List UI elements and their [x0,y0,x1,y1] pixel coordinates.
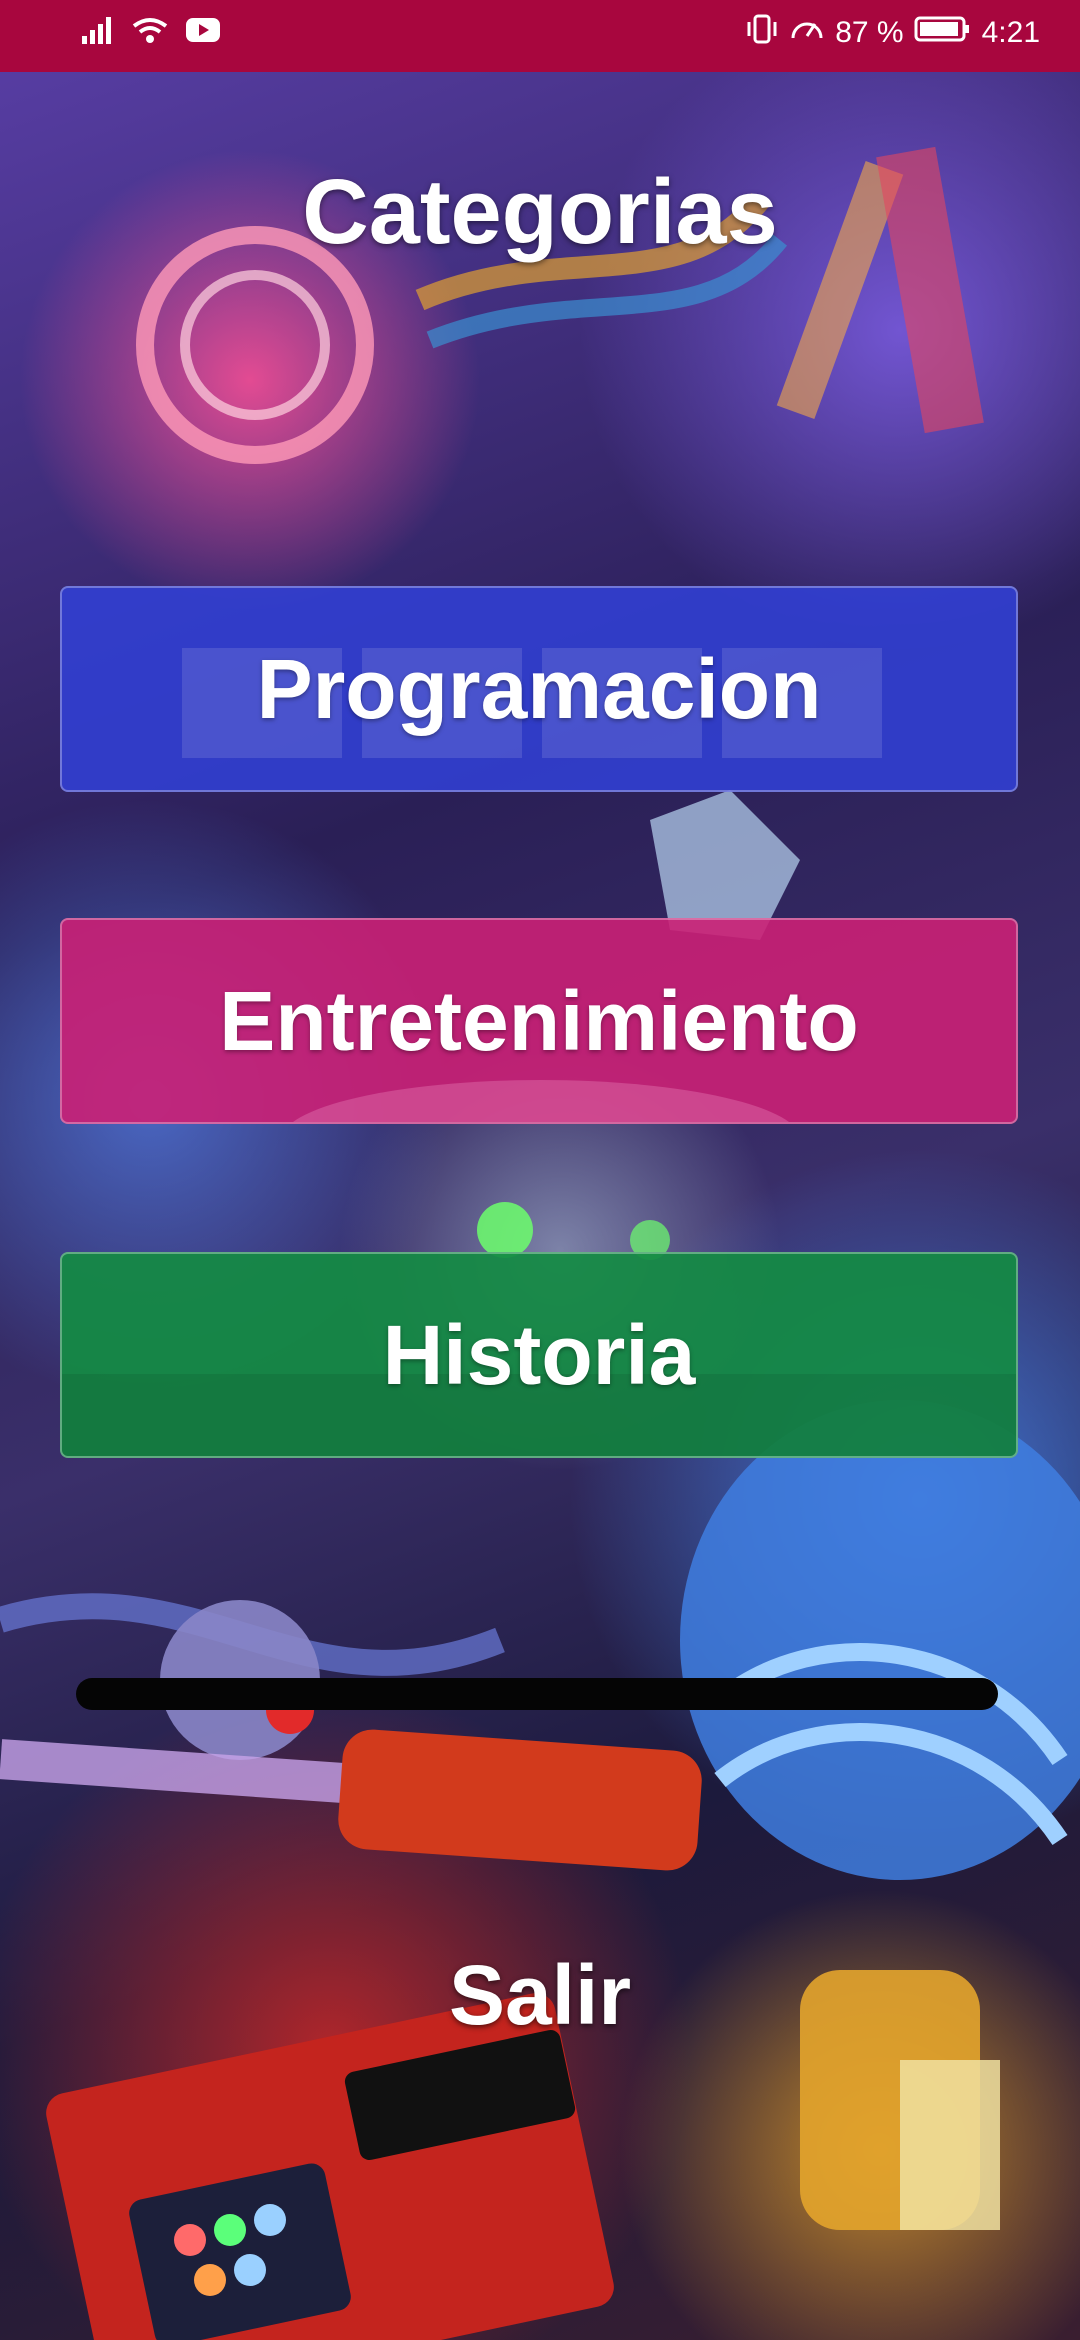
category-button-programacion[interactable]: Programacion [60,586,1018,792]
category-label: Entretenimiento [219,973,859,1068]
battery-icon [914,14,972,52]
progress-bar [76,1678,998,1710]
category-button-historia[interactable]: Historia [60,1252,1018,1458]
page-title: Categorias [302,161,778,263]
battery-percent: 87 % [835,16,904,49]
vibrate-icon [745,12,779,54]
category-button-entretenimiento[interactable]: Entretenimiento [60,918,1018,1124]
category-label: Programacion [256,641,822,736]
status-left-icons [80,14,222,51]
wifi-icon [130,14,170,51]
exit-button[interactable]: Salir [340,1900,740,2090]
youtube-icon [184,15,222,50]
category-label: Historia [382,1307,696,1402]
status-bar: 87 % 4:21 [0,0,1080,72]
signal-icon [80,14,116,51]
speed-icon [789,12,825,54]
clock: 4:21 [981,16,1040,49]
status-right-icons: 87 % 4:21 [745,12,1040,54]
